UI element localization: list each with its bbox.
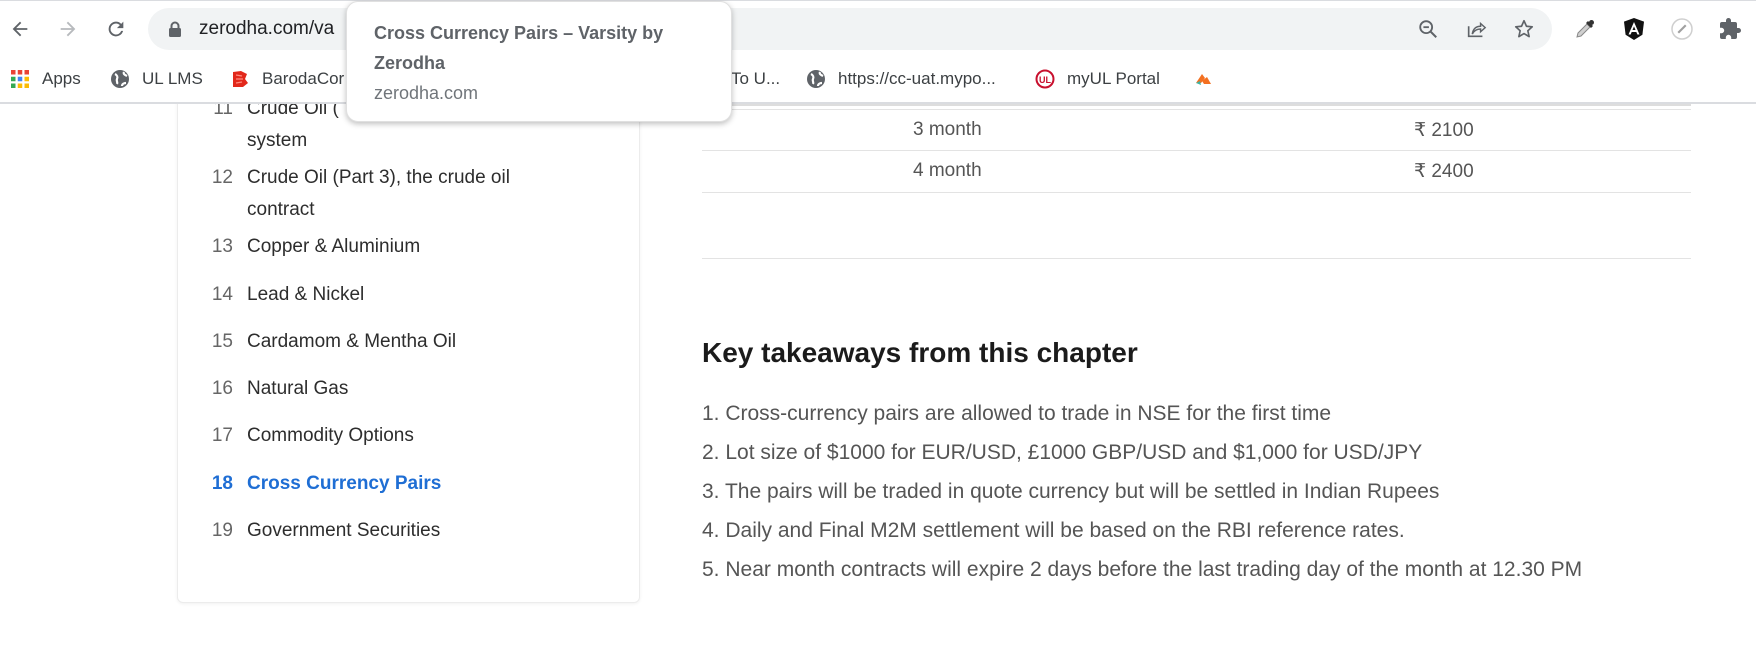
chapter-item-15[interactable]: 15 Cardamom & Mentha Oil xyxy=(178,326,641,358)
back-button[interactable] xyxy=(2,11,38,47)
chapter-item-13[interactable]: 13 Copper & Aluminium xyxy=(178,231,641,263)
chapter-list: 11 Crude Oil ( system 12 Crude Oil (Part… xyxy=(177,104,640,603)
takeaways-list: 1. Cross-currency pairs are allowed to t… xyxy=(702,394,1582,589)
chapter-item-12[interactable]: 12 Crude Oil (Part 3), the crude oil con… xyxy=(178,162,641,226)
chapter-item-16[interactable]: 16 Natural Gas xyxy=(178,373,641,405)
zoom-out-button[interactable] xyxy=(1416,17,1440,41)
chapter-item-14[interactable]: 14 Lead & Nickel xyxy=(178,279,641,311)
tooltip-title: Cross Currency Pairs – Varsity by Zerodh… xyxy=(374,23,664,73)
table-cell-duration: 3 month xyxy=(913,119,982,140)
arrow-right-icon xyxy=(60,21,76,37)
table-cell-price: ₹ 2100 xyxy=(1414,120,1474,141)
bookmark-star-button[interactable] xyxy=(1512,17,1536,41)
angular-icon xyxy=(1624,18,1644,40)
bookmark-to-u[interactable]: To U... xyxy=(731,64,780,94)
takeaways-heading: Key takeaways from this chapter xyxy=(702,337,1138,368)
chapter-title: Crude Oil ( xyxy=(247,104,339,119)
tab-hover-card: Cross Currency Pairs – Varsity by Zerodh… xyxy=(346,1,732,122)
angular-extension[interactable] xyxy=(1618,13,1650,45)
bookmarks-bar: Apps UL LMS BarodaCor To U... https://cc… xyxy=(0,56,1756,104)
bookmark-ul-lms[interactable]: UL LMS xyxy=(110,64,203,94)
chapter-title: Lead & Nickel xyxy=(247,284,365,305)
ruler-icon xyxy=(1671,18,1693,40)
eyedropper-extension[interactable] xyxy=(1569,13,1601,45)
bookmark-label: BarodaCor xyxy=(262,69,345,88)
bookmark-logo-icon xyxy=(1196,74,1211,85)
eyedropper-icon xyxy=(1576,20,1594,38)
takeaway-item: 1. Cross-currency pairs are allowed to t… xyxy=(702,402,1332,425)
takeaway-item: 4. Daily and Final M2M settlement will b… xyxy=(702,519,1405,542)
star-icon xyxy=(1514,19,1534,38)
chapter-number: 18 xyxy=(211,473,233,494)
share-icon xyxy=(1467,21,1487,38)
share-button[interactable] xyxy=(1464,17,1488,41)
zoom-out-icon xyxy=(1419,20,1437,38)
arrow-left-icon xyxy=(12,21,28,37)
chapter-item-17[interactable]: 17 Commodity Options xyxy=(178,420,641,452)
page-content: 11 Crude Oil ( system 12 Crude Oil (Part… xyxy=(0,104,1756,665)
lock-icon xyxy=(169,21,181,37)
chapter-number: 13 xyxy=(211,236,233,257)
chapter-title: Natural Gas xyxy=(247,378,349,399)
bookmark-apps[interactable]: Apps xyxy=(10,64,81,94)
table-cell-price: ₹ 2400 xyxy=(1414,161,1474,182)
bookmark-label: myUL Portal xyxy=(1067,69,1160,88)
chapter-number: 11 xyxy=(213,104,233,119)
bookmark-label: https://cc-uat.mypo... xyxy=(838,69,996,88)
section-divider xyxy=(702,258,1691,259)
chapter-number: 12 xyxy=(211,167,233,188)
ul-icon: UL xyxy=(1035,69,1055,89)
takeaway-item: 2. Lot size of $1000 for EUR/USD, £1000 … xyxy=(702,441,1423,464)
chapter-number: 14 xyxy=(211,284,233,305)
bookmark-myul-portal[interactable]: UL myUL Portal xyxy=(1035,64,1160,94)
apps-grid-icon xyxy=(11,70,29,88)
svg-text:UL: UL xyxy=(1039,75,1051,85)
baroda-icon xyxy=(233,71,248,87)
forward-button[interactable] xyxy=(50,11,86,47)
bookmark-label: UL LMS xyxy=(142,69,203,88)
chapter-item-18-active[interactable]: 18 Cross Currency Pairs xyxy=(178,468,641,500)
chapter-number: 17 xyxy=(211,425,233,446)
table-cell-duration: 4 month xyxy=(913,160,982,181)
extensions-button[interactable] xyxy=(1714,13,1746,45)
chapter-item-19[interactable]: 19 Government Securities xyxy=(178,515,641,547)
tooltip-domain: zerodha.com xyxy=(374,83,479,103)
table-row: 3 month ₹ 2100 xyxy=(702,109,1691,151)
browser-toolbar: zerodha.com/va xyxy=(0,0,1756,56)
bookmark-cc-uat[interactable]: https://cc-uat.mypo... xyxy=(806,64,996,94)
chapter-number: 19 xyxy=(211,520,233,541)
chapter-title: Copper & Aluminium xyxy=(247,236,421,257)
reload-icon xyxy=(108,21,124,37)
chapter-number: 16 xyxy=(211,378,233,399)
chapter-title-line2: system xyxy=(247,130,308,151)
url-text[interactable]: zerodha.com/va xyxy=(199,18,334,40)
table-row: 4 month ₹ 2400 xyxy=(702,151,1691,193)
globe-icon xyxy=(111,70,129,88)
globe-icon xyxy=(807,70,825,88)
bookmark-logo[interactable] xyxy=(1193,64,1213,94)
ruler-extension[interactable] xyxy=(1666,13,1698,45)
chapter-number: 15 xyxy=(211,331,233,352)
bookmark-barodacor[interactable]: BarodaCor xyxy=(230,64,344,94)
chapter-title: Crude Oil (Part 3), the crude oil contra… xyxy=(247,167,510,220)
bookmark-label: To U... xyxy=(731,69,781,88)
chapter-title: Cross Currency Pairs xyxy=(247,473,442,494)
chapter-title: Government Securities xyxy=(247,520,441,541)
chapter-title: Commodity Options xyxy=(247,425,414,446)
bookmark-label: Apps xyxy=(42,69,81,88)
takeaway-item: 3. The pairs will be traded in quote cur… xyxy=(702,480,1440,503)
duration-price-table: 3 month ₹ 2100 4 month ₹ 2400 xyxy=(702,104,1691,193)
reload-button[interactable] xyxy=(98,11,134,47)
chapter-title: Cardamom & Mentha Oil xyxy=(247,331,457,352)
puzzle-icon xyxy=(1720,18,1741,39)
takeaway-item: 5. Near month contracts will expire 2 da… xyxy=(702,558,1583,581)
